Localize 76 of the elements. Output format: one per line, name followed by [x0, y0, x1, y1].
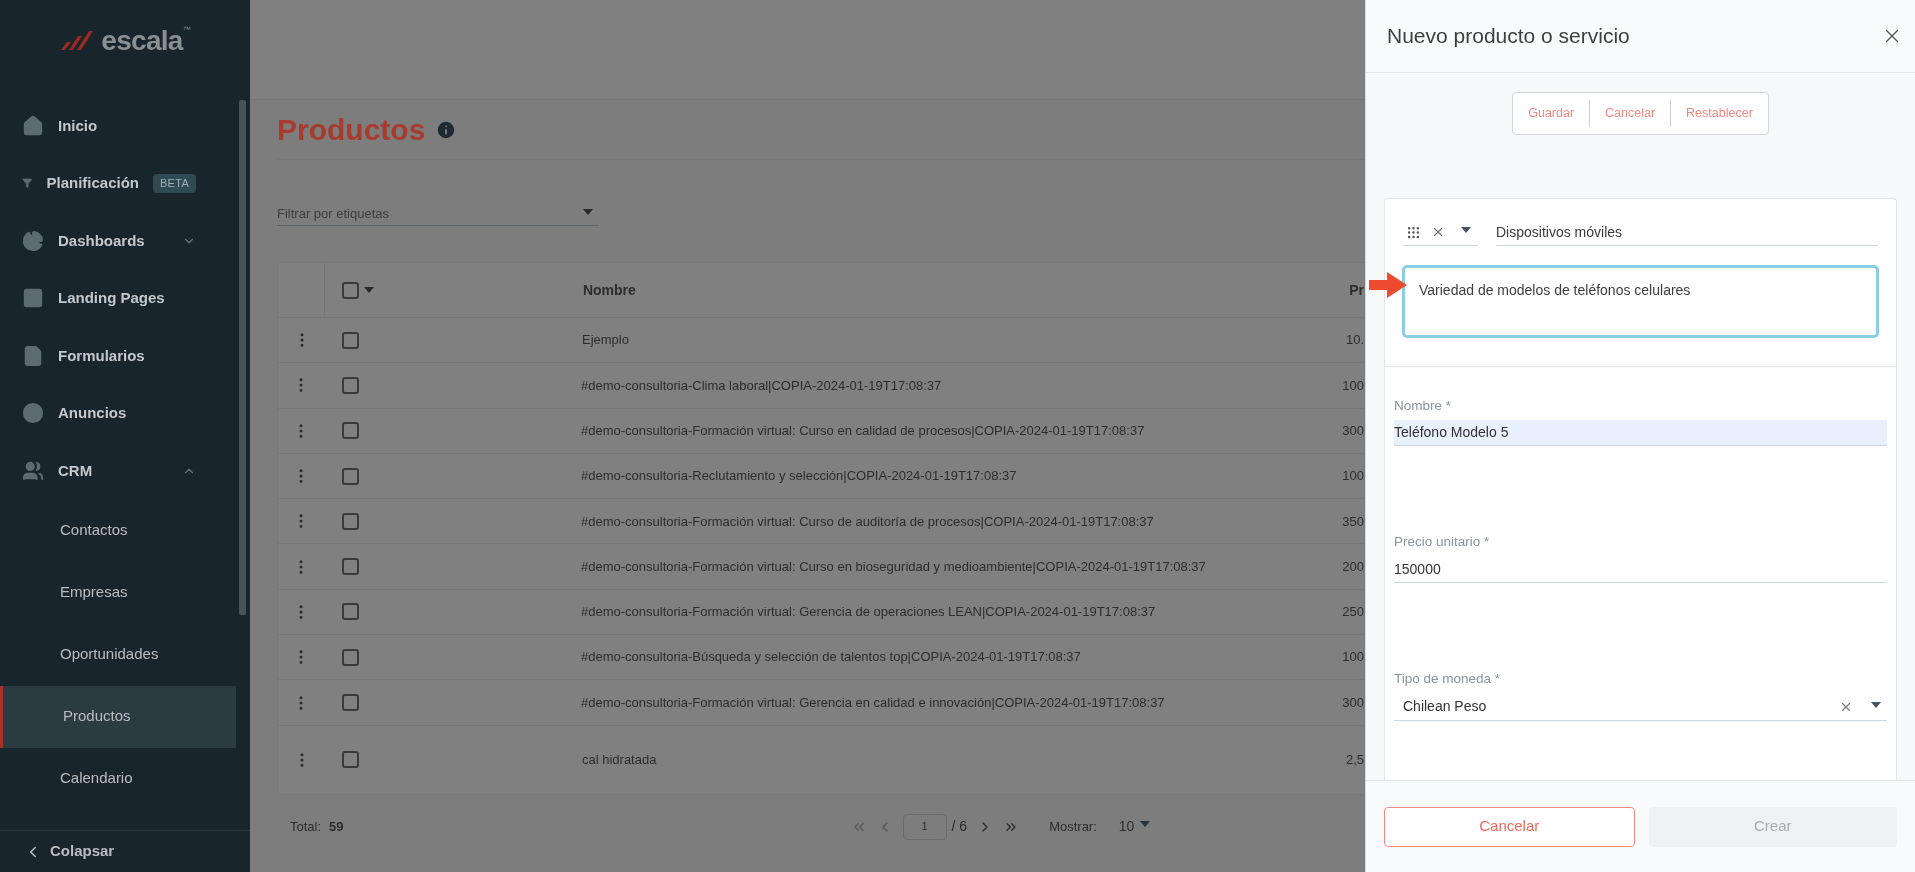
row-checkbox[interactable]: [341, 467, 359, 485]
logo-icon: [59, 30, 96, 52]
sidebar-subitem[interactable]: Oportunidades: [0, 623, 236, 686]
table-cell-text: #demo-consultoria-Búsqueda y selección de talentos top|COPIA-2024-01-19T17:08:37: [580, 648, 1082, 667]
page-title: Productos: [277, 112, 426, 148]
logo-text: escala: [101, 25, 183, 57]
menu-icon: [22, 229, 44, 252]
table-cell-text: 2,5: [1345, 750, 1364, 769]
row-checkbox[interactable]: [341, 422, 359, 440]
row-checkbox[interactable]: [341, 512, 359, 530]
panel-title: Nuevo producto o servicio: [1387, 23, 1630, 50]
total-count: 59: [329, 817, 344, 836]
table-cell-text: 300: [1342, 422, 1364, 440]
menu-icon: [22, 459, 44, 482]
row-checkbox[interactable]: [341, 376, 359, 394]
category-field[interactable]: Dispositivos móviles: [1496, 219, 1878, 246]
caret-icon: [1461, 227, 1471, 233]
text-field[interactable]: Teléfono Modelo 5: [1394, 420, 1887, 447]
grid-icon: [1406, 224, 1421, 240]
text-field[interactable]: 150000: [1394, 556, 1887, 583]
menu-icon: [22, 114, 44, 137]
clear-icon[interactable]: [1431, 225, 1445, 239]
table-cell-text: #demo-consultoria-Formación virtual: Gerencia en calidad e innovación|COPIA-2024-01-19T17:08:37: [580, 693, 1166, 712]
table-cell-text: #demo-consultoria-Formación virtual: Curso en bioseguridad y medioambiente|COPIA-2024-01-19T17:08:37: [580, 557, 1207, 576]
field-label: Nombre *: [1394, 397, 1453, 415]
table-cell-text: #demo-consultoria-Formación virtual: Gerencia de operaciones LEAN|COPIA-2024-01-19T17:08:37: [580, 603, 1157, 622]
row-checkbox[interactable]: [341, 694, 359, 711]
beta-badge: BETA: [153, 174, 196, 193]
table-cell-text: 100: [1342, 376, 1364, 395]
row-checkbox[interactable]: [342, 751, 359, 769]
table-cell-text: #demo-consultoria-Reclutamiento y selección|COPIA-2024-01-19T17:08:37: [580, 467, 1018, 486]
sidebar-subitem[interactable]: Contactos: [0, 499, 236, 562]
sidebar-subitem[interactable]: Productos: [0, 685, 236, 748]
menu-icon: [22, 344, 44, 367]
caret-icon: [364, 287, 375, 293]
table-cell-text: 100: [1342, 648, 1364, 667]
description-field[interactable]: Variedad de modelos de teléfonos celulares: [1402, 265, 1879, 338]
caret-icon: [1871, 701, 1881, 708]
select-all-checkbox[interactable]: [342, 281, 360, 299]
table-cell-text: 100: [1342, 467, 1364, 486]
sidebar-item[interactable]: Landing Pages: [0, 269, 236, 327]
field-label: Tipo de moneda *: [1394, 669, 1502, 688]
row-checkbox[interactable]: [341, 648, 359, 666]
table-cell-text: Ejemplo: [581, 331, 630, 350]
page-count: / 6: [951, 817, 968, 837]
info-icon: [435, 118, 458, 141]
show-label: Mostrar:: [1049, 817, 1097, 836]
menu-icon: [22, 287, 44, 310]
trademark-mark: ™: [182, 25, 191, 34]
table-cell-text: #demo-consultoria-Formación virtual: Curso de auditoría de procesos|COPIA-2024-01-19T17:08:37: [580, 512, 1155, 531]
table-cell-text: 200: [1342, 557, 1364, 576]
caret-icon: [583, 209, 593, 215]
table-cell-text: #demo-consultoria-Clima laboral|COPIA-2024-01-19T17:08:37: [580, 376, 943, 395]
currency-select[interactable]: Chilean Peso: [1394, 693, 1887, 721]
table-cell-text: cal hidratada: [581, 750, 658, 769]
annotation-arrow: [1369, 271, 1409, 299]
sidebar-item[interactable]: Inicio: [0, 97, 236, 155]
row-checkbox[interactable]: [342, 331, 359, 349]
table-cell-text: #demo-consultoria-Formación virtual: Curso en calidad de procesos|COPIA-2024-01-19T17:08:37: [580, 422, 1146, 440]
row-checkbox[interactable]: [341, 558, 359, 576]
menu-icon: [22, 402, 44, 425]
sidebar-item[interactable]: Formularios: [0, 327, 236, 385]
sidebar-subitem[interactable]: Empresas: [0, 561, 236, 624]
sidebar-subitem[interactable]: Calendario: [0, 747, 236, 810]
row-checkbox[interactable]: [341, 603, 359, 621]
sidebar-item[interactable]: Dashboards: [0, 212, 236, 270]
caret-icon: [1140, 820, 1151, 827]
sidebar-item[interactable]: Planificación BETA: [0, 154, 236, 212]
table-cell-text: 300: [1342, 693, 1364, 712]
table-cell-text: 350: [1342, 512, 1364, 531]
sidebar-item[interactable]: Anuncios: [0, 384, 236, 442]
table-cell-text: 10.: [1345, 331, 1364, 350]
table-cell-text: 250: [1342, 603, 1364, 622]
total-label: Total:: [290, 817, 322, 836]
field-label: Precio unitario *: [1394, 533, 1491, 552]
sidebar-item[interactable]: CRM: [0, 442, 236, 500]
